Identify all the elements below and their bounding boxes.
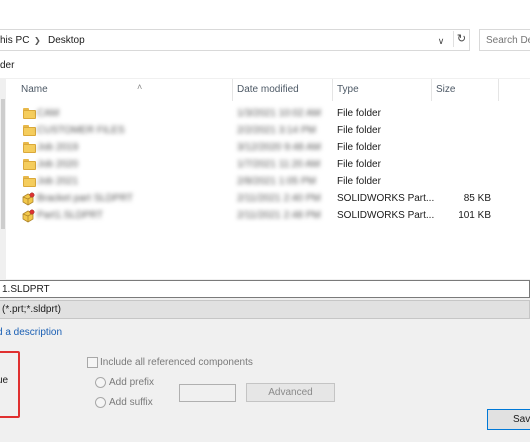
file-type: File folder [337, 108, 381, 119]
folder-icon [23, 159, 36, 170]
file-size: 101 KB [458, 210, 491, 221]
column-header-name-label: Name [21, 84, 48, 95]
file-type: File folder [337, 159, 381, 170]
search-field[interactable] [479, 29, 530, 51]
breadcrumb-this-pc[interactable]: his PC [0, 35, 29, 46]
file-date: 2/11/2021 2:40 PM [237, 193, 321, 204]
save-button[interactable]: Save [487, 409, 530, 430]
file-type: File folder [337, 142, 381, 153]
add-suffix-radio[interactable] [95, 397, 106, 408]
file-type: SOLIDWORKS Part... [337, 193, 435, 204]
file-name: Job 2019 [37, 142, 79, 153]
file-name-row [0, 279, 530, 299]
file-name: Job 2021 [37, 176, 79, 187]
column-header-type[interactable]: Type [333, 79, 431, 101]
file-row[interactable]: Job 2019 3/12/2020 9:48 AM File folder [7, 140, 530, 157]
search-input[interactable] [480, 30, 530, 50]
add-suffix-label: Add suffix [109, 397, 153, 408]
column-divider[interactable] [498, 79, 499, 101]
file-type: SOLIDWORKS Part... [337, 210, 435, 221]
file-list[interactable]: Name ˄ Date modified Type Size CAM 1/3/2… [0, 79, 530, 279]
file-date: 1/7/2021 11:20 AM [237, 159, 321, 170]
prefix-suffix-input[interactable] [179, 384, 236, 402]
file-date: 2/8/2021 1:05 PM [237, 176, 316, 187]
file-date: 2/11/2021 2:48 PM [237, 210, 321, 221]
file-name: CAM [37, 108, 60, 119]
file-date: 1/3/2021 10:02 AM [237, 108, 321, 119]
file-row[interactable]: Part1.SLDPRT 2/11/2021 2:48 PM SOLIDWORK… [7, 208, 530, 225]
file-type: File folder [337, 176, 381, 187]
include-referenced-components-label: Include all referenced components [100, 357, 253, 368]
folder-icon [23, 125, 36, 136]
address-history-dropdown-icon[interactable]: ∨ [434, 34, 448, 48]
navigation-pane-scrollbar[interactable] [0, 79, 6, 279]
file-name: Job 2020 [37, 159, 79, 170]
folder-icon [23, 108, 36, 119]
column-header-date-modified[interactable]: Date modified [233, 79, 332, 101]
address-bar-row: his PC ❯ Desktop ∨ ↻ [0, 28, 530, 54]
breadcrumb-desktop[interactable]: Desktop [48, 35, 85, 46]
add-prefix-radio[interactable] [95, 377, 106, 388]
file-name: Part1.SLDPRT [37, 210, 103, 221]
save-as-type-value: (*.prt;*.sldprt) [2, 304, 61, 315]
breadcrumb-separator-icon[interactable]: ❯ [34, 36, 41, 45]
column-header-size[interactable]: Size [432, 79, 498, 101]
advanced-button[interactable]: Advanced [246, 383, 335, 402]
save-option-label[interactable]: ue [0, 375, 8, 386]
refresh-icon[interactable]: ↻ [453, 31, 469, 47]
file-date: 2/2/2021 3:14 PM [237, 125, 316, 136]
file-name-field[interactable] [0, 280, 530, 298]
folder-icon [23, 176, 36, 187]
file-size: 85 KB [463, 193, 491, 204]
file-name-input[interactable] [0, 281, 529, 297]
file-name: CUSTOMER FILES [37, 125, 125, 136]
folder-icon [23, 142, 36, 153]
column-header-name[interactable]: Name ˄ [17, 79, 232, 101]
scrollbar-thumb[interactable] [1, 99, 5, 229]
solidworks-part-icon [21, 208, 37, 224]
sort-ascending-icon: ˄ [137, 82, 143, 92]
file-row[interactable]: Bracket part SLDPRT 2/11/2021 2:40 PM SO… [7, 191, 530, 208]
file-row[interactable]: CUSTOMER FILES 2/2/2021 3:14 PM File fol… [7, 123, 530, 140]
address-bar[interactable]: his PC ❯ Desktop ∨ [0, 29, 470, 51]
file-date: 3/12/2020 9:48 AM [237, 142, 321, 153]
new-folder-button[interactable]: der [0, 60, 14, 71]
solidworks-part-icon [21, 191, 37, 207]
add-prefix-label: Add prefix [109, 377, 155, 388]
file-type: File folder [337, 125, 381, 136]
include-referenced-components-checkbox[interactable] [87, 357, 98, 368]
command-bar: der [0, 54, 530, 79]
save-as-type-select[interactable]: (*.prt;*.sldprt) [0, 300, 530, 319]
file-name: Bracket part SLDPRT [37, 193, 133, 204]
file-row[interactable]: CAM 1/3/2021 10:02 AM File folder [7, 106, 530, 123]
add-description-link[interactable]: d a description [0, 327, 62, 338]
file-row[interactable]: Job 2021 2/8/2021 1:05 PM File folder [7, 174, 530, 191]
window-title-bar [0, 0, 530, 28]
file-row[interactable]: Job 2020 1/7/2021 11:20 AM File folder [7, 157, 530, 174]
